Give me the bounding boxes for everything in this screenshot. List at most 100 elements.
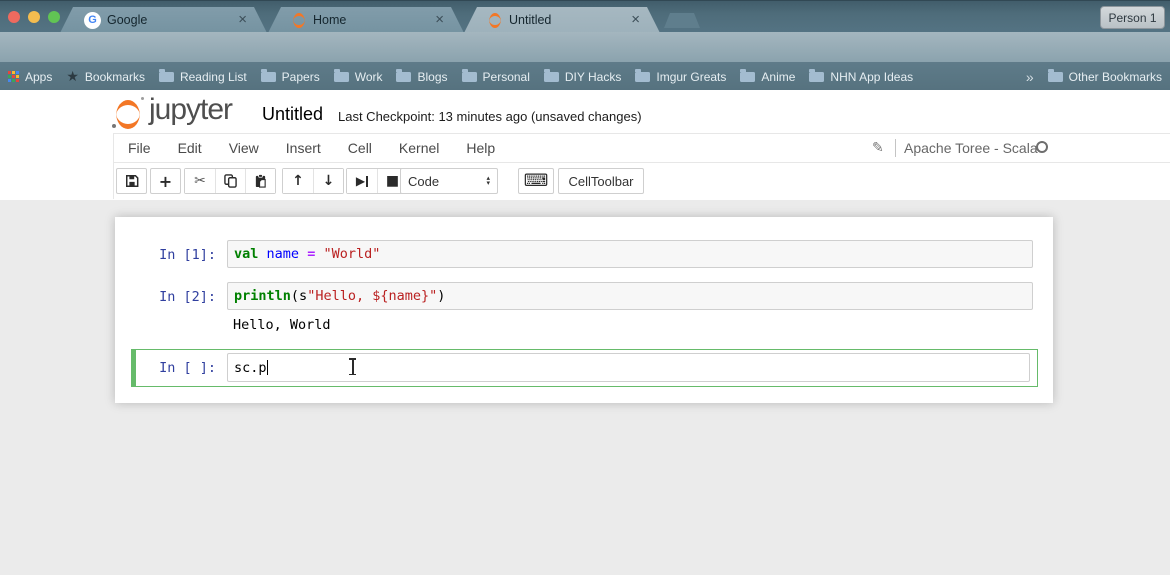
folder-icon <box>544 72 559 82</box>
jupyter-logo-dot <box>112 124 116 128</box>
bookmark-label: Reading List <box>180 70 247 84</box>
bookmark-folder-blogs[interactable]: Blogs <box>396 70 447 84</box>
star-icon: ★ <box>66 68 79 85</box>
bookmark-label: Imgur Greats <box>656 70 726 84</box>
jupyter-logo-icon[interactable] <box>115 99 142 130</box>
browser-tab-bar: G Google × Home × Untitled × Person 1 <box>0 0 1170 32</box>
bookmark-folder-work[interactable]: Work <box>334 70 383 84</box>
celltoolbar-button[interactable]: CellToolbar <box>558 168 644 194</box>
tab-home[interactable]: Home × <box>268 7 464 33</box>
tab-label: Home <box>313 13 427 27</box>
kernel-name-label[interactable]: Apache Toree - Scala <box>904 140 1038 156</box>
tab-label: Untitled <box>509 13 623 27</box>
code-cell-input[interactable]: println(s"Hello, ${name}") <box>227 282 1033 310</box>
menu-cell[interactable]: Cell <box>348 140 372 156</box>
bookmark-item-bookmarks[interactable]: ★ Bookmarks <box>66 68 145 85</box>
bookmark-folder-reading-list[interactable]: Reading List <box>159 70 247 84</box>
kernel-idle-indicator-icon <box>1036 141 1048 153</box>
bookmark-label: Apps <box>25 70 52 84</box>
menu-view[interactable]: View <box>229 140 259 156</box>
folder-icon <box>261 72 276 82</box>
bookmark-label: Bookmarks <box>85 70 145 84</box>
browser-toolbar: ← → ↻ ⌂ localhost:8888/notebooks/Untitle… <box>0 32 1170 63</box>
move-button-group: ↑ ↓ <box>282 168 344 194</box>
cell-output-text: Hello, World <box>233 317 331 333</box>
save-button[interactable] <box>116 168 147 194</box>
folder-icon <box>334 72 349 82</box>
cut-cells-button[interactable]: ✂ <box>185 169 215 193</box>
tab-label: Google <box>107 13 230 27</box>
folder-icon <box>809 72 824 82</box>
paste-icon <box>254 174 267 188</box>
menu-file[interactable]: File <box>128 140 151 156</box>
window-close-button[interactable] <box>8 11 20 23</box>
copy-icon <box>224 174 237 188</box>
tab-close-icon[interactable]: × <box>238 13 247 27</box>
mouse-cursor-ibeam <box>348 358 357 375</box>
folder-icon <box>396 72 411 82</box>
bookmark-folder-personal[interactable]: Personal <box>462 70 530 84</box>
bookmark-label: DIY Hacks <box>565 70 621 84</box>
bookmark-folder-papers[interactable]: Papers <box>261 70 320 84</box>
bookmark-folder-other-bookmarks[interactable]: Other Bookmarks <box>1048 70 1162 84</box>
notebook-title[interactable]: Untitled <box>262 104 323 125</box>
tab-close-icon[interactable]: × <box>631 13 640 27</box>
window-zoom-button[interactable] <box>48 11 60 23</box>
apps-grid-icon <box>8 71 19 82</box>
insert-cell-button[interactable]: + <box>150 168 181 194</box>
bookmark-folder-diy-hacks[interactable]: DIY Hacks <box>544 70 621 84</box>
folder-icon <box>159 72 174 82</box>
tab-untitled-active[interactable]: Untitled × <box>464 7 660 33</box>
move-cell-up-button[interactable]: ↑ <box>283 169 313 193</box>
dropdown-arrows-icon: ▴▾ <box>486 176 490 186</box>
run-cell-button[interactable]: ▶ <box>347 169 377 193</box>
menu-insert[interactable]: Insert <box>286 140 321 156</box>
bookmarks-bar: Apps ★ Bookmarks Reading List Papers Wor… <box>0 63 1170 90</box>
menu-help[interactable]: Help <box>466 140 495 156</box>
checkpoint-status: Last Checkpoint: 13 minutes ago (unsaved… <box>338 109 642 124</box>
edit-mode-pencil-icon: ✎ <box>872 139 884 156</box>
profile-label: Person 1 <box>1108 11 1156 25</box>
code-cell-input[interactable]: val name = "World" <box>227 240 1033 268</box>
folder-icon <box>635 72 650 82</box>
save-icon <box>125 174 139 188</box>
menu-edit[interactable]: Edit <box>178 140 202 156</box>
jupyter-favicon-icon <box>488 13 503 28</box>
folder-icon <box>462 72 477 82</box>
window-minimize-button[interactable] <box>28 11 40 23</box>
jupyter-logo-dot <box>141 97 144 100</box>
cell-type-dropdown[interactable]: Code ▴▾ <box>400 168 498 194</box>
command-palette-button[interactable]: ⌨ <box>518 168 554 194</box>
cell-type-value: Code <box>408 174 439 189</box>
bookmark-item-apps[interactable]: Apps <box>8 70 52 84</box>
bookmark-label: Other Bookmarks <box>1069 70 1162 84</box>
bookmark-folder-anime[interactable]: Anime <box>740 70 795 84</box>
jupyter-favicon-icon <box>292 13 307 28</box>
jupyter-logo-text[interactable]: jupyter <box>149 93 232 127</box>
edit-button-group: ✂ <box>184 168 276 194</box>
jupyter-page: jupyter Untitled Last Checkpoint: 13 min… <box>0 90 1170 575</box>
input-prompt: In [2]: <box>140 289 216 305</box>
move-cell-down-button[interactable]: ↓ <box>313 169 343 193</box>
google-favicon-icon: G <box>84 12 101 29</box>
divider <box>113 133 114 199</box>
paste-cells-button[interactable] <box>245 169 275 193</box>
folder-icon <box>1048 72 1063 82</box>
bookmark-label: Papers <box>282 70 320 84</box>
new-tab-button[interactable] <box>664 13 700 28</box>
tab-close-icon[interactable]: × <box>435 13 444 27</box>
input-prompt: In [ ]: <box>140 360 216 376</box>
tab-google[interactable]: G Google × <box>60 7 267 33</box>
copy-cells-button[interactable] <box>215 169 245 193</box>
bookmark-folder-imgur-greats[interactable]: Imgur Greats <box>635 70 726 84</box>
bookmarks-overflow-chevron-icon[interactable]: » <box>1026 69 1034 85</box>
bookmark-folder-nhn-app-ideas[interactable]: NHN App Ideas <box>809 70 913 84</box>
folder-icon <box>740 72 755 82</box>
text-caret <box>267 360 268 375</box>
bookmark-label: Work <box>355 70 383 84</box>
profile-button[interactable]: Person 1 <box>1100 6 1165 29</box>
keyboard-icon: ⌨ <box>524 171 549 191</box>
celltoolbar-label: CellToolbar <box>568 174 633 189</box>
menu-kernel[interactable]: Kernel <box>399 140 439 156</box>
bookmark-label: Personal <box>483 70 530 84</box>
